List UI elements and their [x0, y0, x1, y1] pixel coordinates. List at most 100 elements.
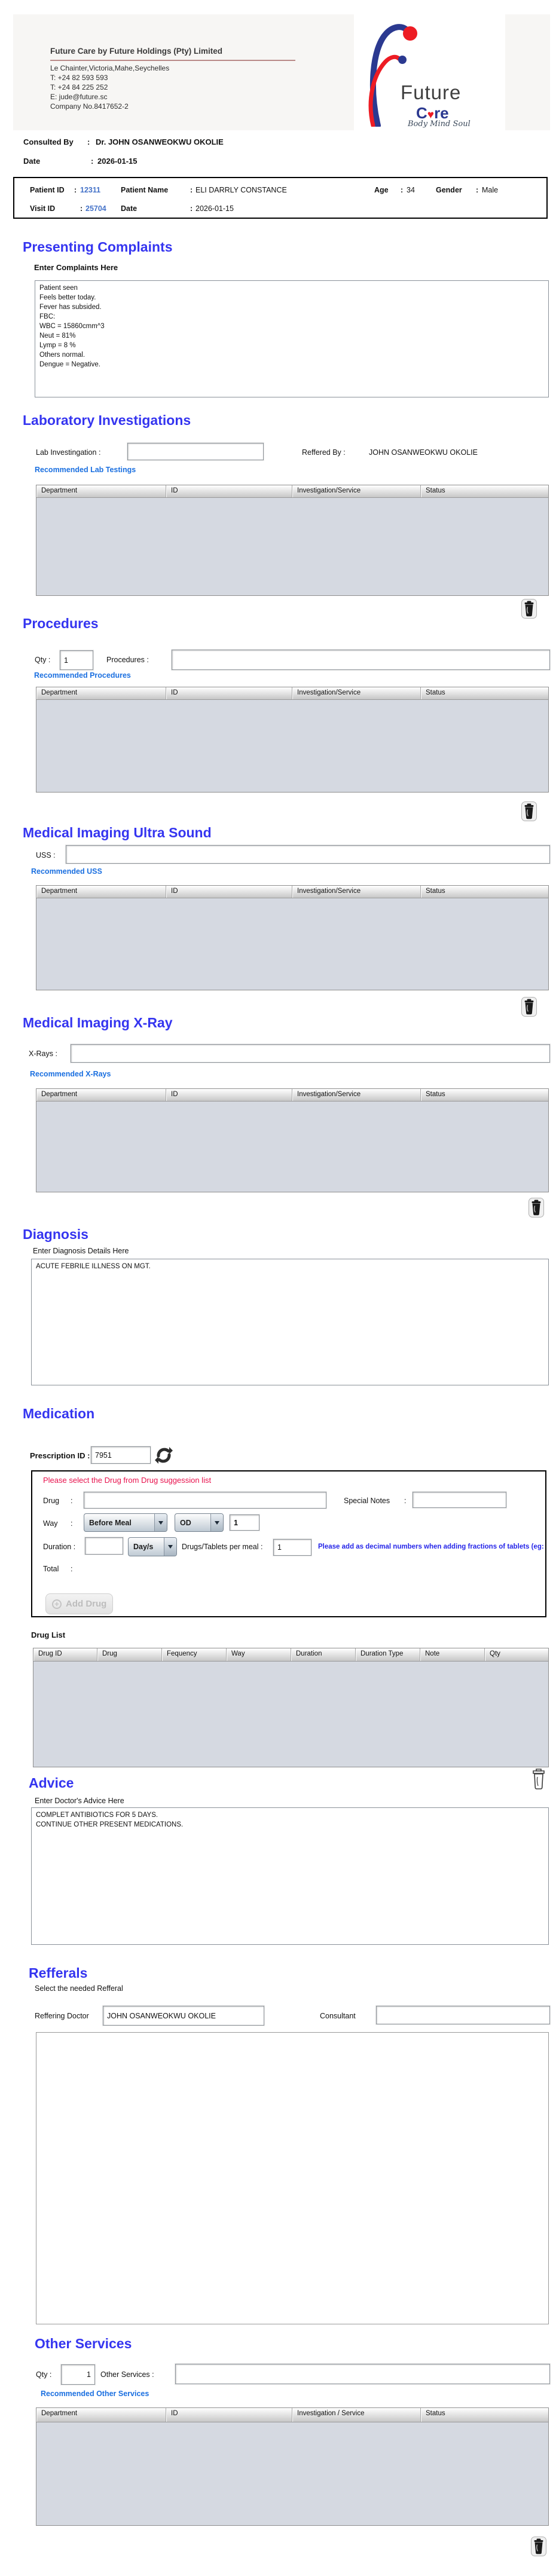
refresh-prescription-button[interactable]: [154, 1446, 173, 1467]
delete-lab-item-button[interactable]: [521, 599, 537, 620]
referral-list-box[interactable]: [36, 2032, 549, 2324]
referring-doctor-label: Reffering Doctor: [35, 2012, 89, 2020]
visit-date-label: Date: [121, 204, 138, 213]
delete-uss-item-button[interactable]: [521, 997, 537, 1018]
logo-word-future: Future: [401, 81, 462, 103]
trash-icon: [528, 1198, 544, 1217]
frequency-select[interactable]: OD: [175, 1513, 224, 1532]
duration-type-select[interactable]: Day/s: [128, 1537, 177, 1556]
company-header: Future Care by Future Holdings (Pty) Lim…: [13, 14, 550, 130]
procedures-table-body: [36, 700, 548, 792]
column-header-note[interactable]: Note: [420, 1648, 485, 1661]
per-meal-input[interactable]: [273, 1539, 311, 1556]
prescription-id-input[interactable]: [91, 1446, 151, 1464]
drug-input[interactable]: [84, 1492, 326, 1509]
recommended-xray-link: Recommended X-Rays: [30, 1070, 111, 1078]
column-header-status[interactable]: Status: [421, 485, 548, 497]
column-header-status[interactable]: Status: [421, 2408, 548, 2422]
drug-list-table: Drug ID Drug Fequency Way Duration Durat…: [33, 1648, 549, 1767]
add-drug-button[interactable]: + Add Drug: [45, 1593, 113, 1614]
column-header-department[interactable]: Department: [36, 886, 166, 898]
complaints-caption: Enter Complaints Here: [34, 263, 118, 272]
other-services-input[interactable]: [175, 2364, 550, 2384]
lab-table-body: [36, 498, 548, 595]
complaints-textarea[interactable]: Patient seen Feels better today. Fever h…: [35, 280, 549, 397]
advice-caption: Enter Doctor's Advice Here: [35, 1797, 124, 1805]
column-header-id[interactable]: ID: [166, 2408, 292, 2422]
drug-selection-warning: Please select the Drug from Drug suggess…: [43, 1476, 212, 1485]
column-header-id[interactable]: ID: [166, 687, 292, 699]
delete-xray-item-button[interactable]: [528, 1198, 544, 1219]
consultant-label: Consultant: [320, 2012, 356, 2020]
diagnosis-textarea[interactable]: ACUTE FEBRILE ILLNESS ON MGT.: [31, 1259, 549, 1385]
meal-timing-select[interactable]: Before Meal: [84, 1513, 167, 1532]
presenting-complaints-title: Presenting Complaints: [23, 239, 173, 255]
procedures-table: Department ID Investigation/Service Stat…: [36, 687, 549, 793]
referred-by-value: JOHN OSANWEOKWU OKOLIE: [369, 448, 478, 457]
diagnosis-caption: Enter Diagnosis Details Here: [33, 1247, 129, 1255]
prescription-id-label: Prescription ID :: [30, 1451, 90, 1460]
procedures-input[interactable]: [172, 650, 550, 670]
other-services-label: Other Services :: [100, 2370, 154, 2379]
advice-title: Advice: [29, 1775, 74, 1791]
column-header-drug-id[interactable]: Drug ID: [33, 1648, 97, 1661]
column-header-investigation[interactable]: Investigation / Service: [292, 2408, 421, 2422]
referring-doctor-input[interactable]: [103, 2006, 264, 2026]
advice-textarea[interactable]: COMPLET ANTIBIOTICS FOR 5 DAYS. CONTINUE…: [31, 1807, 549, 1945]
company-address: Le Chainter,Victoria,Mahe,Seychelles: [50, 64, 170, 72]
special-notes-input[interactable]: [413, 1492, 506, 1508]
drug-list-caption: Drug List: [31, 1630, 66, 1639]
delete-drug-item-button[interactable]: [530, 1767, 548, 1794]
column-header-id[interactable]: ID: [166, 886, 292, 898]
column-header-investigation[interactable]: Investigation/Service: [292, 687, 421, 699]
column-header-id[interactable]: ID: [166, 485, 292, 497]
other-qty-input[interactable]: [61, 2364, 95, 2385]
column-header-qty[interactable]: Qty: [485, 1648, 548, 1661]
column-header-id[interactable]: ID: [166, 1089, 292, 1101]
column-header-investigation[interactable]: Investigation/Service: [292, 485, 421, 497]
xray-table: Department ID Investigation/Service Stat…: [36, 1088, 549, 1192]
trash-icon: [533, 1769, 545, 1789]
lab-investigation-input[interactable]: [127, 443, 264, 460]
column-header-department[interactable]: Department: [36, 2408, 166, 2422]
duration-input[interactable]: [85, 1537, 123, 1555]
column-header-status[interactable]: Status: [421, 886, 548, 898]
column-header-investigation[interactable]: Investigation/Service: [292, 886, 421, 898]
trash-icon: [521, 997, 537, 1017]
referrals-subtitle: Select the needed Refferal: [35, 1984, 123, 1993]
column-header-way[interactable]: Way: [227, 1648, 291, 1661]
column-header-status[interactable]: Status: [421, 1089, 548, 1101]
patient-id-value: 12311: [80, 186, 101, 194]
procedures-table-header: Department ID Investigation/Service Stat…: [36, 687, 548, 700]
recommended-procedures-link: Recommended Procedures: [34, 671, 131, 680]
column-header-drug[interactable]: Drug: [97, 1648, 162, 1661]
column-header-department[interactable]: Department: [36, 687, 166, 699]
patient-info-bar: Patient ID : 12311 Patient Name : ELI DA…: [13, 177, 548, 219]
xray-input[interactable]: [71, 1044, 550, 1063]
chevron-down-icon: [154, 1514, 167, 1531]
consultant-input[interactable]: [376, 2006, 550, 2024]
meal-timing-value: Before Meal: [89, 1518, 132, 1527]
column-header-department[interactable]: Department: [36, 1089, 166, 1101]
drug-label: Drug: [43, 1497, 60, 1505]
drug-entry-panel: Please select the Drug from Drug suggess…: [31, 1470, 546, 1617]
column-header-status[interactable]: Status: [421, 687, 548, 699]
uss-label: USS :: [36, 851, 56, 859]
visit-id-label: Visit ID: [30, 204, 56, 213]
trash-icon: [531, 2537, 546, 2556]
column-header-investigation[interactable]: Investigation/Service: [292, 1089, 421, 1101]
delete-procedure-item-button[interactable]: [521, 801, 537, 823]
column-header-duration[interactable]: Duration: [291, 1648, 356, 1661]
referred-by-label: Reffered By :: [302, 448, 346, 457]
delete-other-service-button[interactable]: [531, 2537, 546, 2558]
column-header-duration-type[interactable]: Duration Type: [356, 1648, 420, 1661]
column-header-frequency[interactable]: Fequency: [162, 1648, 227, 1661]
diagnosis-title: Diagnosis: [23, 1226, 88, 1242]
procedures-label: Procedures :: [106, 656, 149, 664]
procedures-qty-input[interactable]: [60, 650, 93, 670]
column-header-department[interactable]: Department: [36, 485, 166, 497]
company-name-underline: [50, 60, 295, 61]
frequency-qty-input[interactable]: [230, 1515, 259, 1531]
uss-input[interactable]: [66, 845, 550, 864]
colon: :: [71, 1565, 73, 1573]
